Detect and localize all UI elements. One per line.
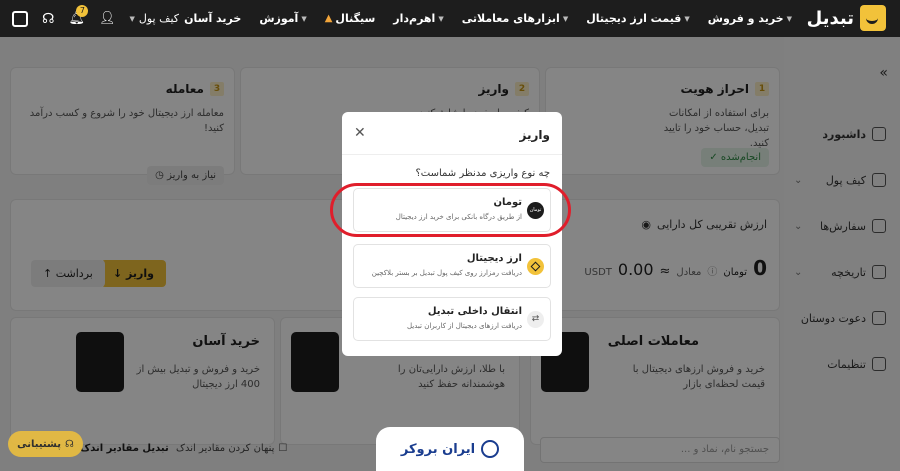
option-title: ارز دیجیتال	[466, 253, 522, 264]
user-icon[interactable]: 👤︎	[99, 11, 116, 26]
nav-signal[interactable]: ▲ سیگنال	[325, 12, 376, 25]
option-title: انتقال داخلی تبدیل	[427, 306, 522, 317]
brand-logo[interactable]: تبدیل	[807, 5, 886, 31]
support-button[interactable]: پشتیبانی ☊	[8, 431, 83, 457]
app-download-icon[interactable]	[12, 10, 28, 27]
caret-down-icon: ▼	[129, 14, 135, 23]
nav-label: ابزارهای معاملاتی	[461, 12, 560, 25]
main-nav: خرید و فروش ▼ قیمت ارز دیجیتال ▼ ابزارهای …	[184, 0, 792, 37]
deposit-option-crypto[interactable]: ارز دیجیتال دریافت رمزارز روی کیف پول تب…	[353, 244, 551, 288]
watermark: ایران بروکر	[376, 427, 524, 471]
caret-down-icon: ▼	[684, 14, 690, 23]
transfer-icon: ⇄	[527, 311, 544, 328]
support-label: پشتیبانی	[17, 438, 61, 450]
watermark-logo-icon	[481, 440, 500, 458]
brand-name: تبدیل	[806, 7, 854, 29]
notifications-button[interactable]: 🔔︎ 7	[68, 5, 89, 26]
fire-icon: ▲	[324, 13, 333, 24]
caret-down-icon: ▼	[786, 14, 792, 23]
nav-crypto-prices[interactable]: قیمت ارز دیجیتال ▼	[586, 12, 690, 25]
caret-down-icon: ▼	[438, 14, 444, 23]
highlight-annotation	[330, 183, 571, 237]
wallet-menu[interactable]: ▼ کیف پول	[129, 12, 179, 25]
logo-icon	[860, 5, 886, 31]
divider	[342, 154, 562, 155]
wallet-label: کیف پول	[138, 12, 180, 25]
watermark-text: ایران بروکر	[400, 441, 476, 457]
nav-easy-buy[interactable]: خرید آسان	[184, 12, 241, 25]
header-actions: ☊ 🔔︎ 7 👤︎ ▼ کیف پول	[12, 0, 179, 37]
nav-leverage[interactable]: اهرم‌دار ▼	[393, 12, 443, 25]
nav-label: خرید و فروش	[707, 12, 784, 25]
close-icon[interactable]: ✕	[354, 125, 366, 141]
modal-title: واریز	[519, 128, 550, 142]
nav-buy-sell[interactable]: خرید و فروش ▼	[708, 12, 792, 25]
headset-icon[interactable]: ☊	[42, 11, 54, 27]
option-desc: دریافت رمزارز روی کیف پول تبدیل بر بستر …	[371, 269, 522, 277]
deposit-option-internal[interactable]: ⇄ انتقال داخلی تبدیل دریافت ارزهای دیجیت…	[353, 297, 551, 341]
headset-icon: ☊	[64, 438, 74, 450]
nav-label: خرید آسان	[184, 12, 242, 25]
caret-down-icon: ▼	[301, 14, 307, 23]
nav-education[interactable]: آموزش ▼	[259, 12, 306, 25]
nav-label: اهرم‌دار	[393, 12, 436, 25]
modal-question: چه نوع واریزی مدنظر شماست؟	[415, 168, 550, 179]
option-desc: دریافت ارزهای دیجیتال از کاربران تبدیل	[406, 322, 522, 330]
nav-label: سیگنال	[335, 12, 376, 25]
crypto-icon	[527, 258, 544, 275]
notification-badge: 7	[76, 5, 89, 17]
top-navbar: تبدیل خرید و فروش ▼ قیمت ارز دیجیتال ▼ ابز…	[0, 0, 900, 37]
nav-trading-tools[interactable]: ابزارهای معاملاتی ▼	[462, 12, 568, 25]
caret-down-icon: ▼	[562, 14, 569, 23]
nav-label: آموزش	[259, 12, 299, 25]
nav-label: قیمت ارز دیجیتال	[586, 12, 682, 25]
